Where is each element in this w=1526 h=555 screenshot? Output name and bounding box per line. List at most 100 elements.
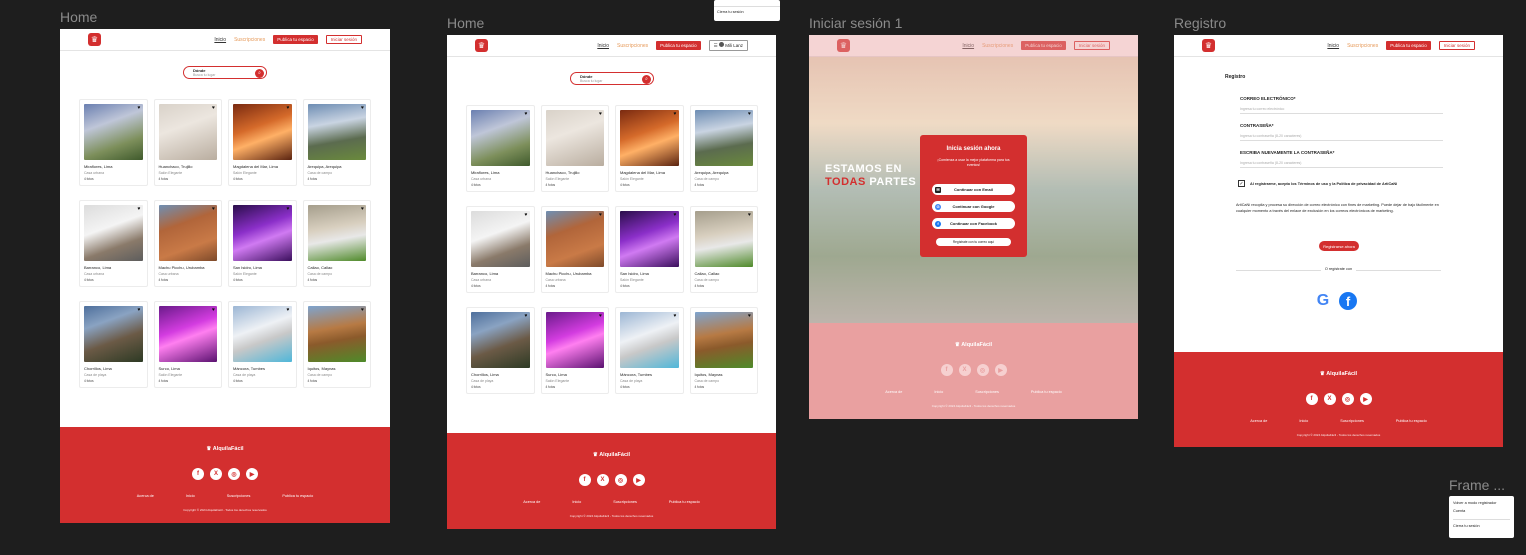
listing-photo[interactable]: ♥ xyxy=(694,211,753,267)
favorite-icon[interactable]: ♥ xyxy=(361,206,364,212)
listing-photo[interactable]: ♥ xyxy=(620,110,679,166)
favorite-icon[interactable]: ♥ xyxy=(287,307,290,313)
favorite-icon[interactable]: ♥ xyxy=(674,212,677,218)
search-icon[interactable]: ⌕ xyxy=(255,68,264,78)
favorite-icon[interactable]: ♥ xyxy=(674,111,677,117)
publish-button[interactable]: Publica tu espacio xyxy=(656,41,701,50)
favorite-icon[interactable]: ♥ xyxy=(138,206,141,212)
favorite-icon[interactable]: ♥ xyxy=(212,307,215,313)
google-icon[interactable]: G xyxy=(1314,292,1332,310)
favorite-icon[interactable]: ♥ xyxy=(599,212,602,218)
register-link[interactable]: Regístrate con tu correo aquí xyxy=(936,238,1011,246)
x-icon[interactable]: X xyxy=(1323,393,1336,405)
instagram-icon[interactable]: ◎ xyxy=(228,468,240,480)
listing-card[interactable]: ♥ Surco, Lima Salón Elegante 4 fotos xyxy=(540,307,609,394)
listing-photo[interactable]: ♥ xyxy=(694,312,753,368)
listing-photo[interactable]: ♥ xyxy=(694,110,753,166)
nav-subscriptions[interactable]: Suscripciones xyxy=(982,43,1013,49)
footer-link-subscriptions[interactable]: Suscripciones xyxy=(227,494,251,498)
listing-card[interactable]: ♥ Machu Picchu, Urubamba Casa urbana 4 foto… xyxy=(540,206,609,293)
favorite-icon[interactable]: ♥ xyxy=(748,111,751,117)
menu-item-logout[interactable]: Cierra tu sesión xyxy=(1453,524,1510,528)
favorite-icon[interactable]: ♥ xyxy=(525,313,528,319)
listing-photo[interactable]: ♥ xyxy=(307,205,366,261)
password-confirm-input[interactable]: Ingresa tu contraseña (8-20 caracteres) xyxy=(1240,161,1443,168)
logo-icon[interactable]: ♛ xyxy=(837,39,850,52)
facebook-icon[interactable]: f xyxy=(940,364,953,376)
instagram-icon[interactable]: ◎ xyxy=(1341,393,1354,405)
favorite-icon[interactable]: ♥ xyxy=(748,212,751,218)
publish-button[interactable]: Publica tu espacio xyxy=(273,35,318,44)
listing-card[interactable]: ♥ San Isidro, Lima Salón Elegante 4 fotos xyxy=(615,206,684,293)
listing-photo[interactable]: ♥ xyxy=(471,211,530,267)
search-input[interactable]: Busca tu lugar xyxy=(580,79,602,83)
publish-button[interactable]: Publica tu espacio xyxy=(1021,41,1066,50)
footer-link-about[interactable]: Acerca de xyxy=(885,390,902,394)
listing-photo[interactable]: ♥ xyxy=(158,205,217,261)
listing-card[interactable]: ♥ Machu Picchu, Urubamba Casa urbana 4 foto… xyxy=(153,200,222,287)
nav-subscriptions[interactable]: Suscripciones xyxy=(1347,43,1378,49)
footer-link-subscriptions[interactable]: Suscripciones xyxy=(975,390,999,394)
favorite-icon[interactable]: ♥ xyxy=(525,111,528,117)
listing-card[interactable]: ♥ Arequipa, Arequipa Casa de campo 4 fotos xyxy=(689,105,758,192)
facebook-icon[interactable]: f xyxy=(578,474,591,486)
instagram-icon[interactable]: ◎ xyxy=(614,474,627,486)
footer-link-publish[interactable]: Publica tu espacio xyxy=(1031,390,1062,394)
favorite-icon[interactable]: ♥ xyxy=(748,313,751,319)
listing-photo[interactable]: ♥ xyxy=(158,306,217,362)
listing-card[interactable]: ♥ Arequipa, Arequipa Casa de campo 4 fotos xyxy=(302,99,371,186)
favorite-icon[interactable]: ♥ xyxy=(361,105,364,111)
listing-card[interactable]: ♥ Iquitos, Maynas Casa de campo 4 fotos xyxy=(689,307,758,394)
x-icon[interactable]: X xyxy=(596,474,609,486)
instagram-icon[interactable]: ◎ xyxy=(976,364,989,376)
listing-photo[interactable]: ♥ xyxy=(307,104,366,160)
nav-home[interactable]: Inicio xyxy=(214,37,226,43)
password-confirm-field[interactable]: ESCRIBA NUEVAMENTE LA CONTRASEÑA* Ingres… xyxy=(1240,150,1443,168)
listing-photo[interactable]: ♥ xyxy=(84,306,143,362)
menu-item-host-mode[interactable]: Volver a modo registrador xyxy=(1453,501,1510,505)
favorite-icon[interactable]: ♥ xyxy=(287,206,290,212)
nav-subscriptions[interactable]: Suscripciones xyxy=(617,43,648,49)
listing-card[interactable]: ♥ Máncora, Tumbes Casa de playa 4 fotos xyxy=(615,307,684,394)
continue-google-button[interactable]: G Continuar con Google xyxy=(932,201,1015,212)
terms-checkbox[interactable]: ✓ xyxy=(1238,180,1245,187)
continue-facebook-button[interactable]: f Continuar con Facebook xyxy=(932,218,1015,229)
nav-home[interactable]: Inicio xyxy=(1327,43,1339,49)
listing-card[interactable]: ♥ Chorrillos, Lima Casa de playa 4 fotos xyxy=(466,307,535,394)
password-input[interactable]: Ingresa tu contraseña (8-20 caracteres) xyxy=(1240,134,1443,141)
favorite-icon[interactable]: ♥ xyxy=(599,111,602,117)
register-submit-button[interactable]: Registrarse ahora xyxy=(1319,241,1359,251)
youtube-icon[interactable]: ▶ xyxy=(632,474,645,486)
footer-link-subscriptions[interactable]: Suscripciones xyxy=(613,500,637,504)
nav-home[interactable]: Inicio xyxy=(962,43,974,49)
footer-link-publish[interactable]: Publica tu espacio xyxy=(1396,419,1427,423)
listing-photo[interactable]: ♥ xyxy=(84,205,143,261)
facebook-icon[interactable]: f xyxy=(192,468,204,480)
search-icon[interactable]: ⌕ xyxy=(642,74,651,84)
email-field[interactable]: CORREO ELECTRÓNICO* Ingresa tu correo el… xyxy=(1240,96,1443,114)
listing-photo[interactable]: ♥ xyxy=(84,104,143,160)
listing-photo[interactable]: ♥ xyxy=(471,312,530,368)
listing-card[interactable]: ♥ Barranco, Lima Casa urbana 4 fotos xyxy=(79,200,148,287)
listing-card[interactable]: ♥ Magdalena del Mar, Lima Salón Elegante 4 … xyxy=(228,99,297,186)
listing-card[interactable]: ♥ Surco, Lima Salón Elegante 4 fotos xyxy=(153,301,222,388)
user-menu-button[interactable]: ☰ Mili Lanz xyxy=(708,40,748,51)
listing-card[interactable]: ♥ Callao, Callao Casa de campo 4 fotos xyxy=(689,206,758,293)
password-field[interactable]: CONTRASEÑA* Ingresa tu contraseña (8-20 … xyxy=(1240,123,1443,141)
favorite-icon[interactable]: ♥ xyxy=(361,307,364,313)
footer-link-about[interactable]: Acerca de xyxy=(137,494,154,498)
listing-card[interactable]: ♥ Huanchaco, Trujillo Salón Elegante 4 foto… xyxy=(540,105,609,192)
listing-card[interactable]: ♥ Chorrillos, Lima Casa de playa 4 fotos xyxy=(79,301,148,388)
favorite-icon[interactable]: ♥ xyxy=(138,105,141,111)
menu-item-account[interactable]: Cuenta xyxy=(1453,509,1510,513)
logout-menu-item[interactable]: Cierra tu sesión xyxy=(714,7,780,17)
footer-link-home[interactable]: Inicio xyxy=(186,494,195,498)
search-bar[interactable]: Dónde Busca tu lugar ⌕ xyxy=(570,72,654,85)
search-bar[interactable]: Dónde Busca tu lugar ⌕ xyxy=(183,66,267,79)
logo-icon[interactable]: ♛ xyxy=(1202,39,1215,52)
login-button[interactable]: Iniciar sesión xyxy=(325,35,362,44)
favorite-icon[interactable]: ♥ xyxy=(212,105,215,111)
listing-photo[interactable]: ♥ xyxy=(620,211,679,267)
listing-card[interactable]: ♥ San Isidro, Lima Salón Elegante 4 fotos xyxy=(228,200,297,287)
favorite-icon[interactable]: ♥ xyxy=(525,212,528,218)
